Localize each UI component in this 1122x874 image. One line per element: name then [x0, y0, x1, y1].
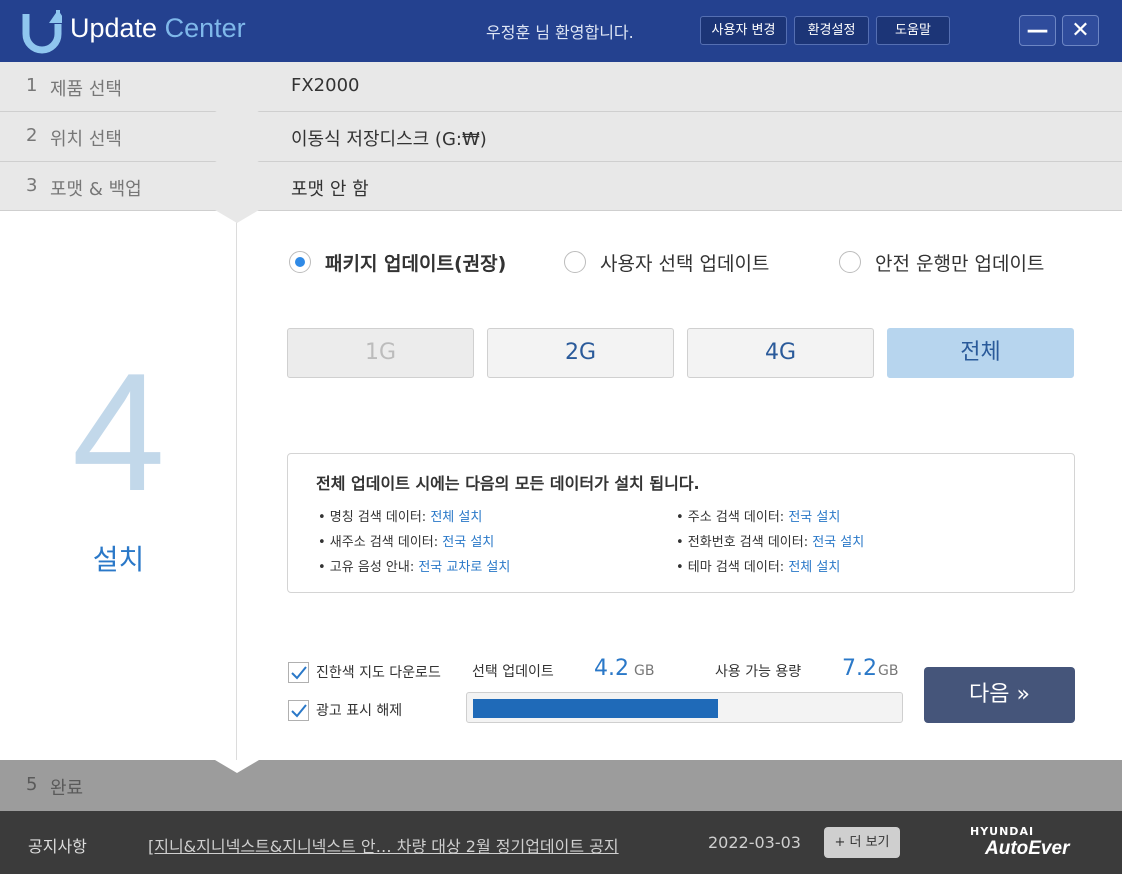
info-item-label: • 테마 검색 데이터: — [676, 560, 789, 575]
close-button[interactable]: ✕ — [1062, 15, 1099, 46]
current-step-number: 4 — [71, 338, 166, 526]
settings-button[interactable]: 환경설정 — [794, 16, 869, 45]
brand-logo-top: HYUNDAI — [970, 825, 1035, 838]
info-item-value: 전국 설치 — [442, 535, 495, 550]
info-item-label: • 고유 음성 안내: — [318, 560, 419, 575]
info-item-value: 전국 교차로 설치 — [418, 560, 511, 575]
selected-update-value: 4.2 — [594, 656, 629, 681]
info-item-label: • 명칭 검색 데이터: — [318, 510, 431, 525]
info-item-value: 전국 설치 — [788, 510, 841, 525]
step-notch — [215, 161, 259, 174]
info-item-value: 전국 설치 — [812, 535, 865, 550]
info-item: • 새주소 검색 데이터: 전국 설치 — [318, 531, 494, 550]
app-title-part-b: Center — [164, 13, 246, 43]
step-number: 3 — [26, 175, 38, 196]
current-step-label: 설치 — [92, 543, 145, 576]
update-logo-icon — [22, 10, 62, 54]
check-icon — [291, 665, 307, 679]
info-item: • 고유 음성 안내: 전국 교차로 설치 — [318, 556, 510, 575]
step-number: 5 — [26, 774, 38, 795]
app-title-part-a: Update — [70, 13, 165, 43]
step-label: 완료 — [50, 778, 84, 799]
step-number: 2 — [26, 125, 38, 146]
info-item-value: 전체 설치 — [788, 560, 841, 575]
minimize-button[interactable]: — — [1019, 15, 1056, 46]
help-button[interactable]: 도움말 — [876, 16, 950, 45]
checkbox-label: 진한색 지도 다운로드 — [316, 665, 441, 681]
footer: 공지사항 [지니&지니넥스트&지니넥스트 안… 차량 대상 2월 정기업데이트 … — [0, 811, 1122, 874]
radio-label: 패키지 업데이트(권장) — [325, 252, 507, 275]
info-item: • 명칭 검색 데이터: 전체 설치 — [318, 506, 482, 525]
radio-indicator — [289, 251, 311, 273]
info-item: • 테마 검색 데이터: 전체 설치 — [676, 556, 840, 575]
available-space-label: 사용 가능 용량 — [715, 664, 802, 680]
info-title: 전체 업데이트 시에는 다음의 모든 데이터가 설치 됩니다. — [316, 474, 700, 493]
step-label: 제품 선택 — [50, 79, 122, 100]
radio-indicator — [564, 251, 586, 273]
step-notch — [215, 760, 259, 773]
size-all-button[interactable]: 전체 — [887, 328, 1074, 378]
brand-logo-bottom: AutoEver — [985, 838, 1070, 859]
size-4g-button[interactable]: 4G — [687, 328, 874, 378]
dark-map-checkbox[interactable]: 진한색 지도 다운로드 — [288, 661, 441, 683]
install-info-box: 전체 업데이트 시에는 다음의 모든 데이터가 설치 됩니다. • 명칭 검색 … — [287, 453, 1075, 593]
size-1g-button[interactable]: 1G — [287, 328, 474, 378]
ad-off-checkbox[interactable]: 광고 표시 해제 — [288, 699, 402, 721]
minimize-icon: — — [1026, 18, 1049, 43]
step-label: 위치 선택 — [50, 129, 122, 150]
radio-indicator — [839, 251, 861, 273]
radio-label: 안전 운행만 업데이트 — [875, 252, 1045, 275]
step-notch — [215, 111, 259, 124]
step-value: FX2000 — [291, 75, 360, 96]
info-item-label: • 새주소 검색 데이터: — [318, 535, 443, 550]
info-item: • 전화번호 검색 데이터: 전국 설치 — [676, 531, 864, 550]
notice-link[interactable]: [지니&지니넥스트&지니넥스트 안… 차량 대상 2월 정기업데이트 공지 — [148, 833, 619, 857]
checkbox-box — [288, 661, 309, 683]
selected-update-unit: GB — [634, 663, 655, 679]
step-value: 이동식 저장디스크 (G:₩) — [291, 129, 487, 150]
size-2g-button[interactable]: 2G — [487, 328, 674, 378]
selected-update-label: 선택 업데이트 — [472, 664, 554, 680]
radio-label: 사용자 선택 업데이트 — [600, 252, 770, 275]
title-bar: Update Center 우정훈 님 환영합니다. 사용자 변경 환경설정 도… — [0, 0, 1122, 62]
close-icon: ✕ — [1071, 18, 1090, 43]
checkbox-label: 광고 표시 해제 — [316, 703, 403, 719]
more-button[interactable]: + 더 보기 — [824, 827, 900, 858]
step-notch — [215, 210, 259, 223]
step-label: 포맷 & 백업 — [50, 179, 142, 200]
change-user-button[interactable]: 사용자 변경 — [700, 16, 787, 45]
space-progress-bar — [466, 692, 903, 723]
radio-package-update[interactable]: 패키지 업데이트(권장) — [289, 250, 507, 275]
info-item-label: • 전화번호 검색 데이터: — [676, 535, 813, 550]
step-format[interactable]: 3 포맷 & 백업 포맷 안 함 — [0, 162, 1122, 223]
next-button[interactable]: 다음 » — [924, 667, 1075, 723]
app-title: Update Center — [70, 13, 246, 44]
check-icon — [291, 703, 307, 717]
step-complete: 5 완료 — [0, 760, 1122, 811]
radio-custom-update[interactable]: 사용자 선택 업데이트 — [564, 250, 770, 275]
notice-label: 공지사항 — [28, 837, 87, 856]
info-item-label: • 주소 검색 데이터: — [676, 510, 789, 525]
radio-safety-update[interactable]: 안전 운행만 업데이트 — [839, 250, 1045, 275]
step-product[interactable]: 1 제품 선택 FX2000 — [0, 62, 1122, 124]
available-space-unit: GB — [878, 663, 899, 679]
checkbox-box — [288, 699, 309, 721]
notice-date: 2022-03-03 — [708, 833, 801, 852]
step-number: 1 — [26, 75, 38, 96]
info-item-value: 전체 설치 — [430, 510, 483, 525]
available-space-value: 7.2 — [842, 656, 877, 681]
progress-fill — [473, 699, 718, 718]
welcome-text: 우정훈 님 환영합니다. — [486, 23, 634, 42]
step-location[interactable]: 2 위치 선택 이동식 저장디스크 (G:₩) — [0, 112, 1122, 174]
info-item: • 주소 검색 데이터: 전국 설치 — [676, 506, 840, 525]
step-value: 포맷 안 함 — [291, 179, 369, 200]
